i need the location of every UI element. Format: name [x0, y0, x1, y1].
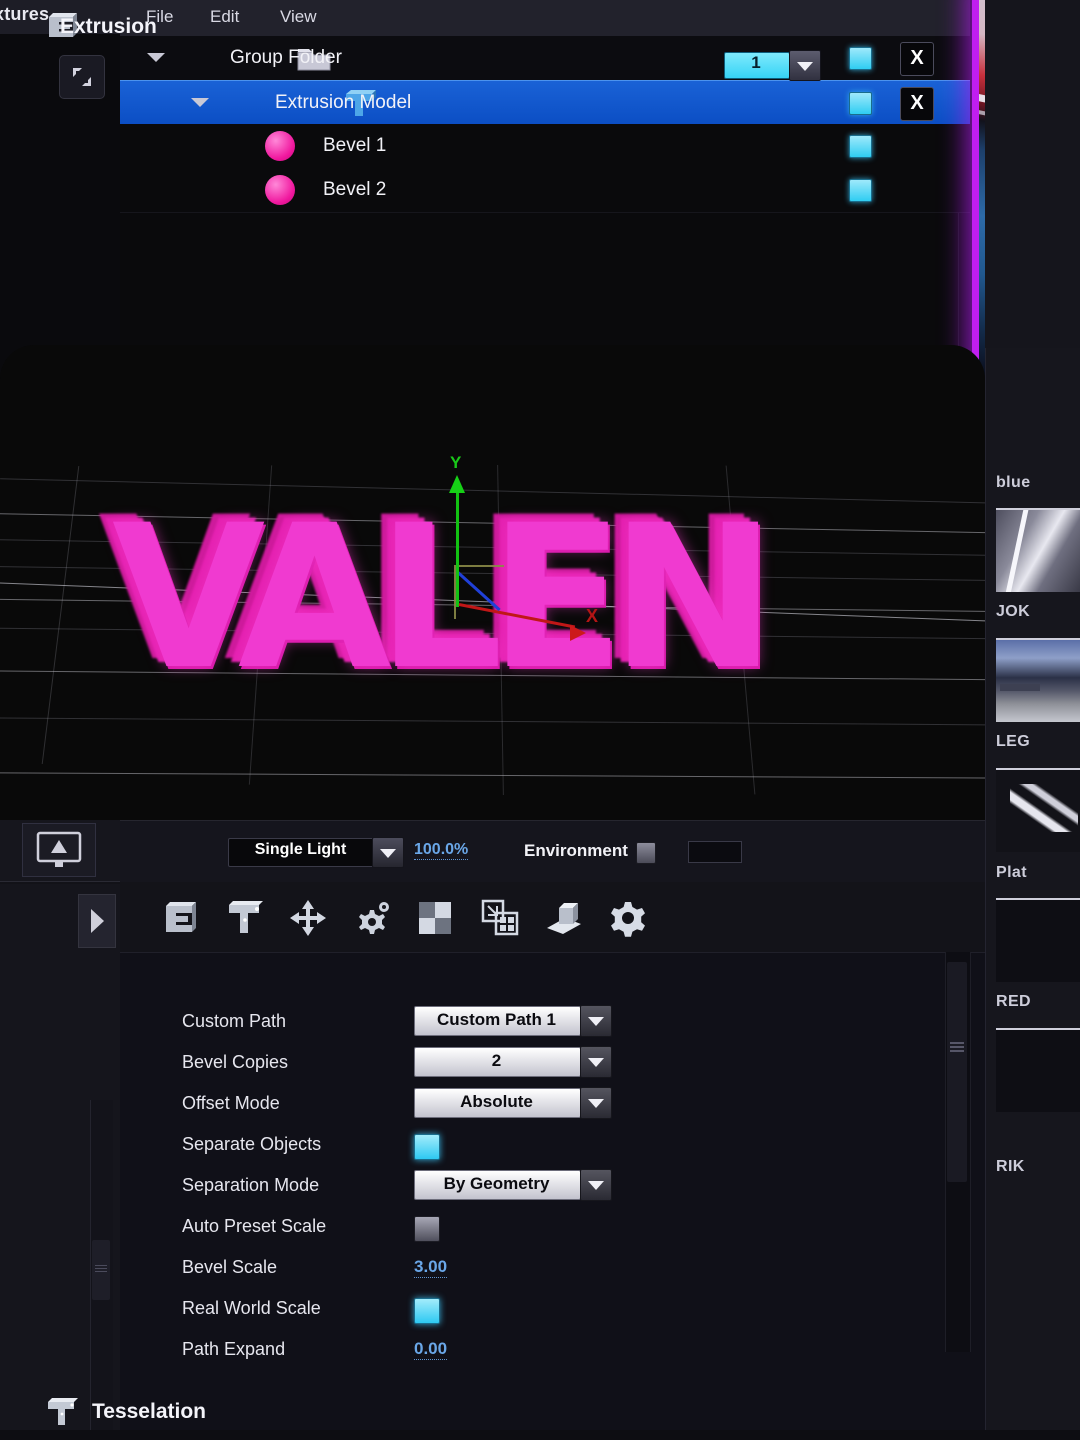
expand-sidebar-button[interactable] — [78, 894, 116, 948]
tab-cap-object[interactable] — [543, 898, 585, 938]
environment-toggle[interactable] — [636, 842, 656, 864]
chevron-down-icon[interactable] — [191, 98, 209, 107]
attribute-manager-scroll-thumb[interactable] — [947, 962, 967, 1182]
material-name-rik: RIK — [996, 1158, 1025, 1175]
object-label: Group Folder — [230, 47, 342, 68]
axis-x-arrow[interactable] — [570, 625, 586, 641]
visibility-toggle[interactable] — [849, 47, 872, 70]
object-row-bevel-1[interactable]: Bevel 1 — [120, 124, 970, 168]
tesselation-icon — [229, 901, 263, 933]
group-title-tesselation: Tesselation — [92, 1400, 206, 1423]
material-name-blue: blue — [996, 474, 1031, 491]
object-tree: Group Folder X Extrusion Model X Bevel 1… — [120, 36, 1014, 384]
copy-object-icon — [481, 899, 519, 936]
object-row-group-folder[interactable]: Group Folder X — [120, 36, 970, 80]
material-thumbnail[interactable] — [996, 1030, 1080, 1112]
object-manager: File Edit View Group Folder X Extrusion … — [120, 0, 1014, 384]
play-arrow-icon — [91, 909, 104, 933]
attribute-tab-bar — [120, 882, 985, 953]
material-name-red: RED — [996, 993, 1031, 1010]
expand-window-button[interactable] — [59, 55, 105, 99]
chevron-down-icon — [797, 62, 813, 71]
group-count-value: 1 — [751, 53, 761, 72]
material-sphere-icon[interactable] — [265, 131, 295, 161]
list-divider — [120, 212, 970, 213]
axis-x-label: X — [586, 606, 599, 626]
object-row-bevel-2[interactable]: Bevel 2 — [120, 168, 970, 212]
checker-material-icon — [419, 902, 451, 934]
object-row-extrusion-model[interactable]: Extrusion Model X — [120, 80, 970, 126]
light-mode-value: Single Light — [254, 841, 347, 858]
chevron-down-icon — [380, 849, 396, 858]
cap-object-icon — [547, 903, 581, 934]
close-button[interactable]: X — [900, 42, 934, 76]
visibility-toggle[interactable] — [849, 179, 872, 202]
axis-y[interactable] — [456, 483, 459, 607]
expand-window-icon — [73, 68, 91, 86]
settings-gear-icon — [611, 902, 645, 937]
object-label: Bevel 2 — [323, 179, 387, 200]
right-panel-top — [985, 0, 1080, 348]
extrusion-icon — [166, 902, 196, 932]
bottom-scrollbar-strip[interactable] — [0, 1430, 1080, 1440]
tab-copy-object[interactable] — [479, 898, 521, 938]
material-name-leg: LEG — [996, 733, 1031, 750]
material-name-plat: Plat — [996, 864, 1027, 881]
group-title-extrusion: Extrusion — [60, 15, 157, 38]
chevron-down-icon[interactable] — [147, 53, 165, 62]
material-sphere-icon[interactable] — [265, 175, 295, 205]
object-label: Bevel 1 — [323, 135, 387, 156]
environment-color-swatch[interactable] — [688, 841, 742, 863]
application-window: xtures File Edit View — [0, 0, 1080, 1440]
material-thumbnail[interactable] — [996, 508, 1080, 592]
viewport-display-button[interactable] — [22, 823, 96, 877]
material-thumbnail[interactable] — [996, 900, 1080, 982]
viewport-3d[interactable]: VALEN VALEN VALEN Y X — [0, 345, 985, 820]
menu-item-edit[interactable]: Edit — [210, 7, 239, 27]
tesselation-icon — [48, 1398, 78, 1425]
tab-settings[interactable] — [607, 898, 649, 938]
object-label: Extrusion Model — [275, 92, 412, 113]
deformer-gear-icon — [359, 902, 389, 934]
axis-y-arrow[interactable] — [449, 475, 465, 493]
material-browser: blue JOK LEG Plat RED RIK — [985, 348, 1080, 1440]
monitor-icon — [36, 831, 82, 867]
scroll-grip-icon — [950, 1042, 964, 1052]
left-panel-title: xtures — [0, 4, 50, 24]
tab-extrusion[interactable] — [158, 898, 200, 938]
tab-deformer[interactable] — [351, 898, 393, 938]
light-intensity-value[interactable]: 100.0% — [414, 841, 469, 860]
menu-item-view[interactable]: View — [280, 7, 317, 27]
visibility-toggle[interactable] — [849, 92, 872, 115]
visibility-toggle[interactable] — [849, 135, 872, 158]
light-mode-dropdown[interactable] — [372, 837, 404, 868]
material-thumbnail[interactable] — [996, 638, 1080, 722]
material-name-jok: JOK — [996, 603, 1031, 620]
axis-gizmo[interactable]: Y X — [440, 453, 610, 643]
material-thumbnail[interactable] — [996, 768, 1080, 852]
close-button[interactable]: X — [900, 87, 934, 121]
tab-tesselation[interactable] — [223, 898, 265, 938]
menu-bar: File Edit View — [120, 0, 970, 37]
axis-y-label: Y — [450, 453, 462, 472]
environment-label: Environment — [524, 841, 628, 860]
attribute-manager — [120, 882, 985, 1440]
move-axis-icon — [290, 900, 326, 936]
tab-material[interactable] — [415, 898, 457, 938]
group-count-dropdown[interactable] — [789, 50, 821, 81]
scroll-grip-icon — [95, 1265, 107, 1274]
tab-move-axis[interactable] — [287, 898, 329, 938]
